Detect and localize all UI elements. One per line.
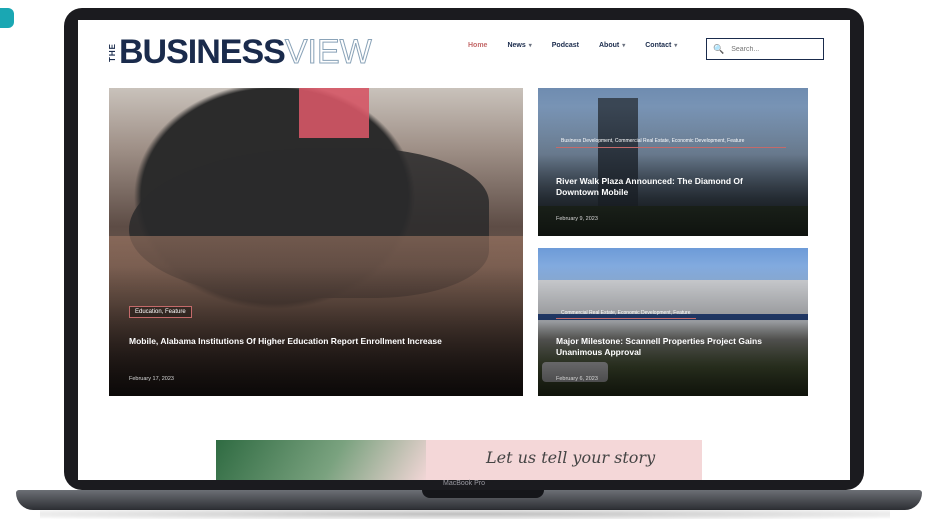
search-input[interactable] [729, 44, 814, 54]
article-title-main[interactable]: Mobile, Alabama Institutions Of Higher E… [129, 336, 489, 347]
logo-the: THE [108, 42, 117, 62]
nav-item-home[interactable]: Home [468, 42, 487, 49]
laptop-model-label: MacBook Pro [442, 480, 486, 487]
featured-article-side-2[interactable]: Commercial Real Estate, Economic Develop… [538, 248, 808, 396]
banner-image [299, 88, 369, 138]
article-date-side-2: February 6, 2023 [556, 376, 598, 382]
laptop-screen: THE BUSINESS VIEW Home News ▾ Podcast Ab… [78, 20, 850, 480]
category-badge[interactable]: Commercial Real Estate, Economic Develop… [556, 308, 696, 319]
laptop-shadow [40, 509, 890, 519]
chevron-down-icon: ▾ [622, 43, 626, 49]
article-title-side-2[interactable]: Major Milestone: Scannell Properties Pro… [556, 336, 786, 359]
chevron-down-icon: ▾ [528, 43, 532, 49]
nav-item-podcast[interactable]: Podcast [552, 42, 579, 49]
nav-label-about: About [599, 42, 620, 49]
chevron-down-icon: ▾ [674, 43, 678, 49]
site-logo[interactable]: THE BUSINESS VIEW [108, 32, 372, 72]
laptop-base [16, 490, 922, 510]
ad-banner[interactable]: Let us tell your story [216, 440, 702, 480]
article-date-main: February 17, 2023 [129, 376, 174, 382]
search-box[interactable]: 🔍 [706, 38, 824, 60]
category-badge[interactable]: Business Development, Commercial Real Es… [556, 136, 786, 148]
logo-business: BUSINESS [119, 32, 286, 71]
ad-text: Let us tell your story [486, 448, 656, 467]
laptop-notch [422, 490, 544, 498]
corner-accent [0, 8, 14, 28]
article-date-side-1: February 9, 2023 [556, 216, 598, 222]
nav-label-home: Home [468, 42, 488, 49]
search-icon[interactable]: 🔍 [713, 44, 724, 55]
nav-item-about[interactable]: About ▾ [599, 42, 625, 49]
leaf-image [216, 440, 426, 480]
article-title-side-1[interactable]: River Walk Plaza Announced: The Diamond … [556, 176, 786, 199]
featured-article-main[interactable]: Education, Feature Mobile, Alabama Insti… [109, 88, 523, 396]
main-nav: Home News ▾ Podcast About ▾ Contact ▾ [468, 42, 677, 49]
featured-article-side-1[interactable]: Business Development, Commercial Real Es… [538, 88, 808, 236]
nav-item-news[interactable]: News ▾ [507, 42, 531, 49]
nav-item-contact[interactable]: Contact ▾ [645, 42, 677, 49]
logo-view: VIEW [284, 32, 372, 71]
nav-label-news: News [507, 42, 526, 49]
nav-label-contact: Contact [645, 42, 672, 49]
nav-label-podcast: Podcast [551, 42, 579, 49]
category-badge[interactable]: Education, Feature [129, 306, 192, 318]
